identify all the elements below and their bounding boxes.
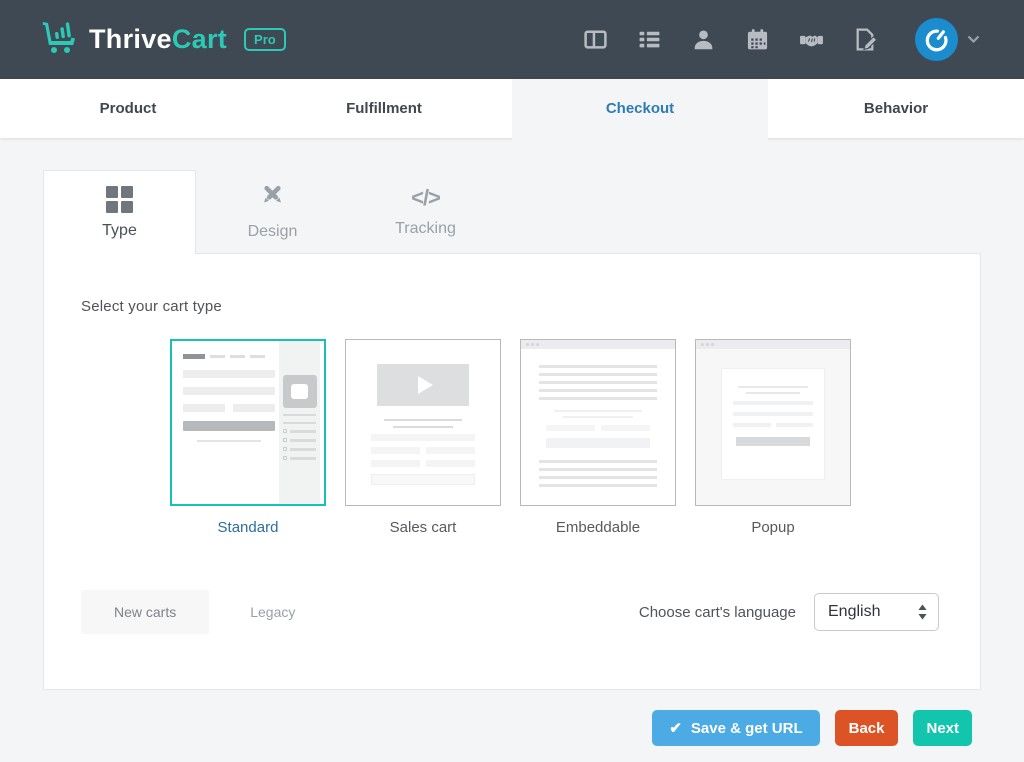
subtab-design[interactable]: Design — [196, 170, 349, 253]
subtab-type[interactable]: Type — [43, 170, 196, 254]
document-edit-icon[interactable] — [853, 27, 878, 52]
back-button[interactable]: Back — [835, 710, 899, 746]
main-tab-bar: Product Fulfillment Checkout Behavior — [0, 79, 1024, 138]
standard-preview — [183, 354, 275, 442]
cart-type-popup-card[interactable] — [695, 339, 851, 506]
footer-actions: ✔ Save & get URL Back Next — [0, 710, 1024, 746]
cart-type-standard-card[interactable] — [170, 339, 326, 506]
popup-preview — [696, 340, 850, 349]
handshake-icon[interactable] — [799, 27, 824, 52]
design-icon — [259, 182, 286, 214]
language-row: Choose cart's language English — [639, 593, 939, 631]
subtab-tracking[interactable]: </> Tracking — [349, 170, 502, 253]
next-button[interactable]: Next — [913, 710, 972, 746]
play-icon — [418, 376, 433, 394]
calendar-icon[interactable] — [745, 27, 770, 52]
subtab-design-label: Design — [248, 223, 298, 241]
pro-badge: Pro — [244, 28, 286, 51]
language-select[interactable]: English — [814, 593, 939, 631]
top-bar: ThriveCart Pro — [0, 0, 1024, 79]
standard-preview-sidebar — [279, 341, 320, 504]
code-icon: </> — [411, 185, 440, 211]
tab-behavior[interactable]: Behavior — [768, 79, 1024, 138]
panel-bottom-row: New carts Legacy Choose cart's language … — [81, 590, 939, 634]
checkout-subtab-bar: Type Design </> Tracking — [43, 170, 1024, 253]
check-icon: ✔ — [669, 719, 682, 737]
section-heading: Select your cart type — [81, 298, 980, 315]
legacy-toggle[interactable]: Legacy — [250, 604, 295, 620]
cart-type-sales-label: Sales cart — [345, 519, 501, 536]
cart-type-standard-label: Standard — [170, 519, 326, 536]
user-icon[interactable] — [691, 27, 716, 52]
account-menu[interactable] — [915, 18, 980, 61]
cart-type-embeddable: Embeddable — [520, 339, 676, 536]
tab-product[interactable]: Product — [0, 79, 256, 138]
cart-type-sales: Sales cart — [345, 339, 501, 536]
cart-logo-icon — [40, 19, 80, 60]
cart-type-options: Standard Sales cart — [170, 339, 980, 536]
cart-type-sales-card[interactable] — [345, 339, 501, 506]
list-icon[interactable] — [637, 27, 662, 52]
chevron-down-icon — [967, 35, 980, 44]
cart-type-panel: Select your cart type — [43, 253, 981, 690]
language-value: English — [828, 603, 880, 621]
grid-icon — [106, 186, 133, 213]
subtab-tracking-label: Tracking — [395, 220, 456, 238]
language-label: Choose cart's language — [639, 604, 796, 621]
avatar — [915, 18, 958, 61]
cart-type-embeddable-label: Embeddable — [520, 519, 676, 536]
brand-logo[interactable]: ThriveCart Pro — [40, 19, 286, 60]
tab-fulfillment[interactable]: Fulfillment — [256, 79, 512, 138]
tab-checkout[interactable]: Checkout — [512, 79, 768, 138]
cart-type-standard: Standard — [170, 339, 326, 536]
save-label: Save & get URL — [691, 720, 803, 737]
cart-type-popup: Popup — [695, 339, 851, 536]
cart-type-popup-label: Popup — [695, 519, 851, 536]
sales-preview — [346, 364, 500, 485]
select-arrows-icon — [917, 603, 928, 621]
subtab-type-label: Type — [102, 222, 137, 240]
columns-icon[interactable] — [583, 27, 608, 52]
embeddable-preview — [521, 340, 675, 487]
save-get-url-button[interactable]: ✔ Save & get URL — [652, 710, 819, 746]
brand-name: ThriveCart — [89, 24, 227, 55]
image-placeholder-icon — [283, 375, 317, 408]
new-carts-toggle[interactable]: New carts — [81, 590, 209, 634]
header-icons — [583, 18, 980, 61]
cart-type-embeddable-card[interactable] — [520, 339, 676, 506]
